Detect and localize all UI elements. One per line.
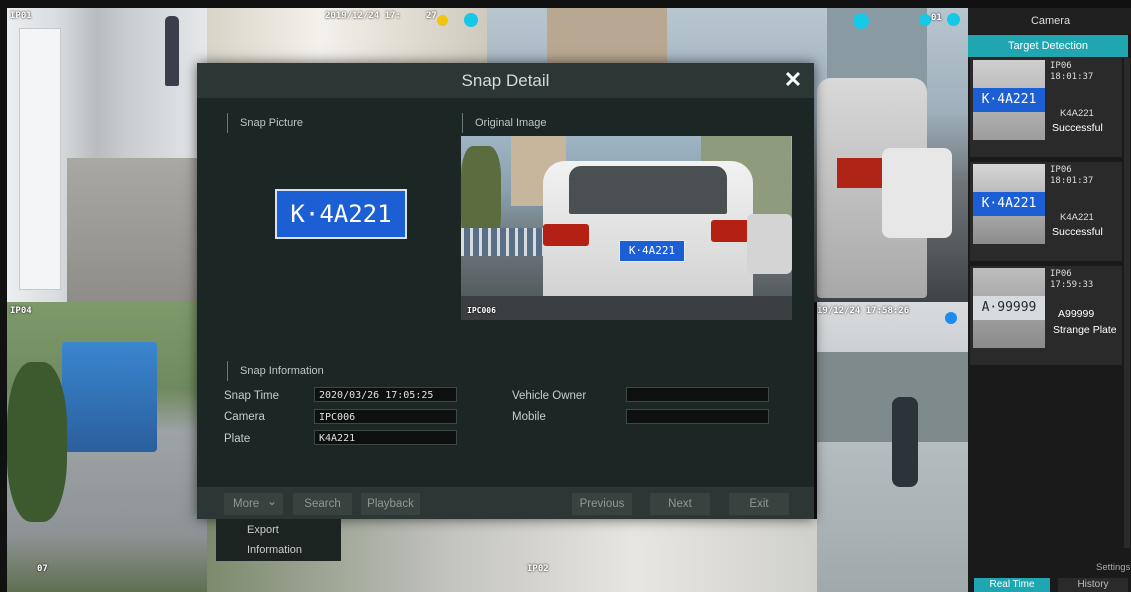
- blue-truck: [62, 342, 157, 452]
- panel-header: Camera: [968, 8, 1131, 34]
- person-figure: [892, 397, 918, 487]
- tile-label: 07: [37, 564, 48, 574]
- tile-label-ip04: IP04: [10, 306, 32, 316]
- snap-card[interactable]: A·99999 IP06 17:59:33 A99999 Strange Pla…: [970, 266, 1122, 365]
- menu-item-information[interactable]: Information: [247, 544, 302, 556]
- thumbnail-plate: K·4A221: [973, 192, 1045, 216]
- snap-status: Successful: [1052, 122, 1103, 134]
- camera-tile-ip04[interactable]: [7, 302, 207, 592]
- settings-link[interactable]: Settings: [1096, 562, 1130, 573]
- snap-time: 18:01:37: [1050, 72, 1094, 82]
- snap-time: 18:01:37: [1050, 176, 1094, 186]
- target-detection-tab[interactable]: Target Detection: [968, 35, 1128, 57]
- taillight-left: [543, 224, 589, 246]
- tile-label-ip02: IP02: [527, 564, 549, 574]
- snap-camera: IP06: [1050, 165, 1072, 175]
- scrollbar[interactable]: [1124, 58, 1130, 548]
- search-button[interactable]: Search: [293, 493, 352, 515]
- camera-tab[interactable]: Camera: [968, 8, 1131, 34]
- snap-thumbnail: A·99999: [973, 268, 1045, 348]
- snap-time-label: Snap Time: [224, 390, 279, 402]
- camera-field[interactable]: IPC006: [314, 409, 457, 424]
- white-car: [882, 148, 952, 238]
- snap-plate: A99999: [1058, 308, 1095, 320]
- next-button[interactable]: Next: [650, 493, 710, 515]
- playback-button[interactable]: Playback: [361, 493, 420, 515]
- image-watermark: IPC006: [467, 306, 496, 315]
- exit-button[interactable]: Exit: [729, 493, 789, 515]
- snap-detail-dialog: Snap Detail ✕ Snap Picture Original Imag…: [197, 63, 814, 519]
- mobile-label: Mobile: [512, 411, 546, 423]
- tile-label-ip01: IP01: [10, 11, 32, 21]
- plate-field[interactable]: K4A221: [314, 430, 457, 445]
- snap-card[interactable]: K·4A221 IP06 18:01:37 K4A221 Successful: [970, 58, 1122, 157]
- snap-picture[interactable]: K·4A221: [275, 189, 407, 239]
- tab-history[interactable]: History: [1058, 578, 1128, 592]
- dialog-footer: More ⌄ Search Playback Previous Next Exi…: [197, 487, 814, 519]
- record-status-icon: [945, 312, 957, 324]
- record-status-icon: [853, 13, 869, 29]
- railing: [461, 228, 551, 256]
- thumbnail-plate: A·99999: [973, 296, 1045, 320]
- snap-thumbnail: K·4A221: [973, 60, 1045, 140]
- chevron-down-icon: ⌄: [266, 494, 277, 508]
- previous-button[interactable]: Previous: [572, 493, 632, 515]
- mobile-field[interactable]: [626, 409, 769, 424]
- more-button[interactable]: More ⌄: [224, 493, 283, 515]
- snap-picture-heading: Snap Picture: [227, 113, 303, 133]
- plate-text: K·4A221: [290, 200, 392, 228]
- tile-counter: 27: [426, 11, 437, 21]
- vehicle-owner-field[interactable]: [626, 387, 769, 402]
- original-image-heading: Original Image: [462, 113, 547, 133]
- plate-text: K·4A221: [628, 244, 676, 257]
- snap-information-heading: Snap Information: [227, 361, 324, 381]
- corridor-floor: [67, 158, 207, 302]
- more-label: More: [233, 498, 260, 510]
- camera-label: Camera: [224, 411, 265, 423]
- more-dropdown-menu: Export Information: [216, 519, 341, 561]
- menu-item-export[interactable]: Export: [247, 524, 279, 536]
- taillight-right: [711, 220, 749, 242]
- car-taillight: [837, 158, 887, 188]
- right-panel: Camera Target Detection K·4A221 IP06 18:…: [968, 8, 1131, 592]
- road: [461, 296, 792, 320]
- door-panel: [19, 28, 61, 290]
- snap-status: Successful: [1052, 226, 1103, 238]
- snap-status: Strange Plate: [1053, 324, 1117, 336]
- record-status-icon: [464, 13, 478, 27]
- vehicle-owner-label: Vehicle Owner: [512, 390, 587, 402]
- snap-plate: K4A221: [1060, 108, 1094, 119]
- snap-plate: K4A221: [1060, 212, 1094, 223]
- snap-camera: IP06: [1050, 61, 1072, 71]
- tree: [7, 362, 67, 522]
- tab-real-time[interactable]: Real Time: [974, 578, 1050, 592]
- building: [547, 8, 667, 68]
- right-car: [747, 214, 792, 274]
- original-image[interactable]: K·4A221 IPC006: [461, 136, 792, 320]
- license-plate: K·4A221: [619, 240, 685, 262]
- dialog-title: Snap Detail: [461, 71, 550, 90]
- camera-tile-ip01[interactable]: [7, 8, 207, 302]
- motion-status-icon: [919, 14, 931, 26]
- thumbnail-plate: K·4A221: [973, 88, 1045, 112]
- record-status-icon: [947, 13, 960, 26]
- motion-alarm-icon: [437, 15, 448, 26]
- camera-tile-office-2[interactable]: [817, 302, 968, 592]
- snap-time-field[interactable]: 2020/03/26 17:05:25: [314, 387, 457, 402]
- snap-camera: IP06: [1050, 269, 1072, 279]
- close-button[interactable]: ✕: [780, 67, 806, 93]
- snap-time: 17:59:33: [1050, 280, 1094, 290]
- tile-timestamp: 19/12/24 17:58:26: [817, 306, 910, 316]
- snap-thumbnail: K·4A221: [973, 164, 1045, 244]
- person-figure: [165, 16, 179, 86]
- suv-rear-window: [569, 166, 727, 214]
- tile-counter: 01: [931, 13, 942, 23]
- tile-timestamp: 2019/12/24 17:: [325, 11, 401, 21]
- plate-label: Plate: [224, 433, 251, 445]
- snap-card[interactable]: K·4A221 IP06 18:01:37 K4A221 Successful: [970, 162, 1122, 261]
